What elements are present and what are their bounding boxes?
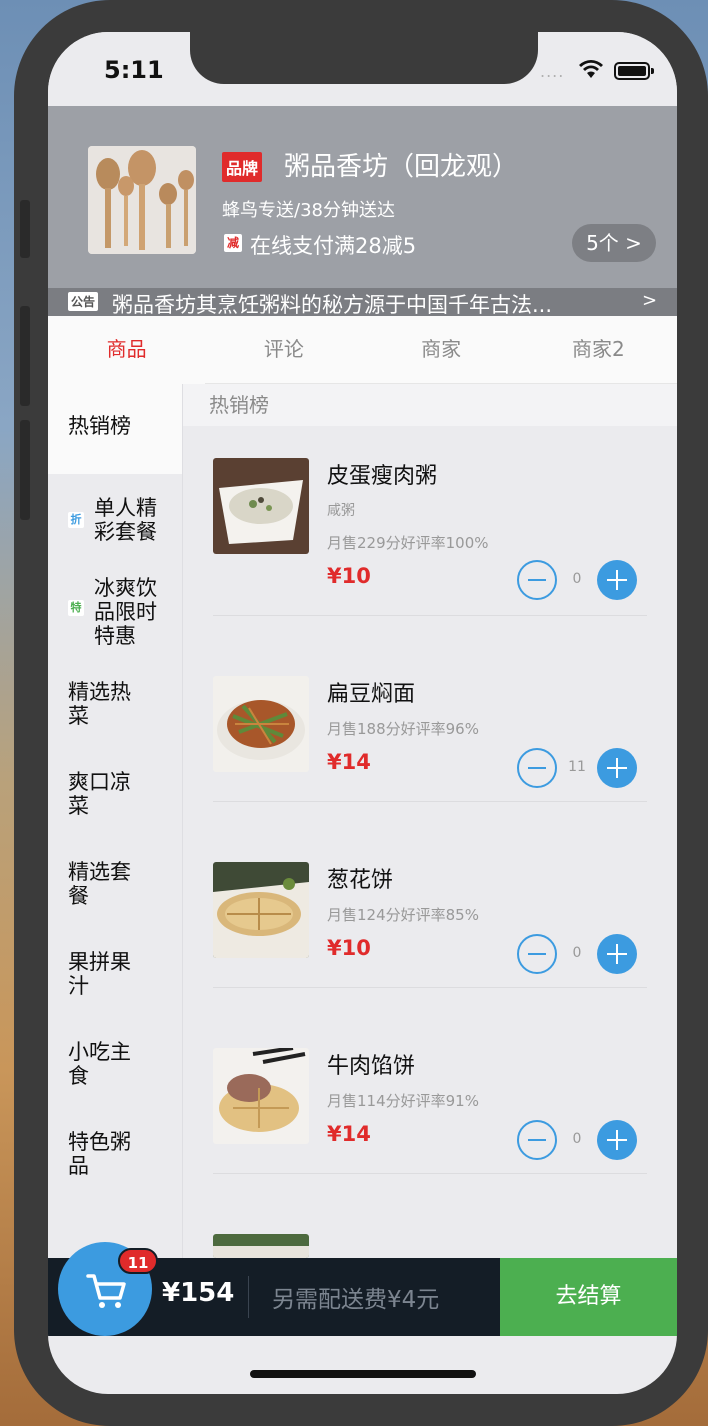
decrease-button[interactable] — [517, 560, 557, 600]
item-quantity: 0 — [572, 945, 582, 961]
sidebar-item-snacks[interactable]: 小吃主食 — [48, 1040, 182, 1100]
cart-total: ¥154 — [162, 1278, 235, 1308]
shop-name: 粥品香坊（回龙观） — [284, 152, 519, 182]
tab-goods[interactable]: 商品 — [48, 316, 206, 385]
cart-bar: 11 ¥154 另需配送费¥4元 去结算 — [48, 1242, 677, 1336]
decrease-button[interactable] — [517, 1120, 557, 1160]
notch — [190, 32, 538, 84]
item-name: 扁豆焖面 — [327, 682, 416, 707]
item-quantity: 0 — [572, 571, 582, 587]
status-bar: 5:11 .... — [48, 32, 677, 106]
sidebar-item-fruit-juice[interactable]: 果拼果汁 — [48, 950, 182, 1010]
tab-merchant[interactable]: 商家 — [363, 316, 520, 383]
item-desc: 咸粥 — [327, 503, 355, 519]
item-name: 牛肉馅饼 — [327, 1054, 416, 1079]
sidebar-item-hot[interactable]: 热销榜 — [48, 384, 182, 474]
delivery-fee: 另需配送费¥4元 — [272, 1287, 440, 1313]
signal-icon: .... — [540, 62, 565, 81]
item-sales: 月售124分好评率85% — [327, 906, 479, 924]
item-quantity: 0 — [572, 1131, 582, 1147]
item-image — [213, 458, 309, 554]
item-sales: 月售114分好评率91% — [327, 1092, 479, 1110]
sidebar-item-cold-dishes[interactable]: 爽口凉菜 — [48, 770, 182, 830]
increase-button[interactable] — [597, 934, 637, 974]
sidebar-item-label: 精选套餐 — [68, 860, 131, 908]
list-item[interactable]: 扁豆焖面 月售188分好评率96% ¥14 11 — [213, 676, 647, 802]
goods-list: 热销榜 皮蛋瘦肉粥 咸粥 月售229分好评率100% ¥10 0 扁豆焖面 月售… — [182, 384, 677, 1258]
sidebar-item-label: 果拼果汁 — [68, 950, 131, 998]
divider — [248, 1276, 249, 1318]
decrease-button[interactable] — [517, 748, 557, 788]
sidebar-item-label: 精选热菜 — [68, 680, 131, 728]
list-item[interactable]: 牛肉馅饼 月售114分好评率91% ¥14 0 — [213, 1048, 647, 1174]
item-sales: 月售188分好评率96% — [327, 720, 479, 738]
status-time: 5:11 — [104, 56, 164, 84]
increase-button[interactable] — [597, 1120, 637, 1160]
sidebar-item-label: 冰爽饮品限时特惠 — [94, 576, 157, 648]
item-name: 葱花饼 — [327, 868, 394, 893]
item-image — [213, 862, 309, 958]
cart-count-badge: 11 — [118, 1248, 158, 1274]
sidebar-item-porridge[interactable]: 特色粥品 — [48, 1130, 182, 1190]
notice-badge: 公告 — [68, 292, 99, 311]
increase-button[interactable] — [597, 560, 637, 600]
app-screen: 5:11 .... 品牌 粥品香坊（回龙观） 蜂鸟专送/38分钟送达 减 在线支… — [48, 32, 677, 1394]
list-item[interactable]: 皮蛋瘦肉粥 咸粥 月售229分好评率100% ¥10 0 — [213, 458, 647, 616]
special-badge: 特 — [68, 600, 84, 616]
item-name: 皮蛋瘦肉粥 — [327, 464, 438, 489]
section-title: 热销榜 — [183, 384, 677, 426]
shop-header: 品牌 粥品香坊（回龙观） 蜂鸟专送/38分钟送达 减 在线支付满28减5 5个 … — [48, 106, 677, 317]
delivery-info: 蜂鸟专送/38分钟送达 — [222, 200, 395, 221]
wifi-icon — [579, 60, 603, 78]
sidebar-item-single-set[interactable]: 折 单人精彩套餐 — [48, 490, 182, 560]
item-sales: 月售229分好评率100% — [327, 534, 489, 552]
category-sidebar: 热销榜 折 单人精彩套餐 特 冰爽饮品限时特惠 精选热菜 爽口凉菜 精选套餐 果… — [48, 384, 182, 1258]
sidebar-item-label: 特色粥品 — [68, 1130, 131, 1178]
promo-text: 在线支付满28减5 — [250, 234, 417, 258]
checkout-button[interactable]: 去结算 — [500, 1258, 677, 1336]
volume-up-button — [20, 306, 30, 406]
item-price: ¥10 — [327, 564, 371, 588]
volume-down-button — [20, 420, 30, 520]
discount-badge: 折 — [68, 512, 84, 528]
item-image — [213, 676, 309, 772]
sidebar-item-label: 热销榜 — [68, 414, 131, 438]
home-indicator[interactable] — [250, 1370, 476, 1378]
item-price: ¥10 — [327, 936, 371, 960]
shop-logo — [88, 146, 196, 254]
promo-count-button[interactable]: 5个 > — [572, 224, 656, 262]
list-item[interactable]: 葱花饼 月售124分好评率85% ¥10 0 — [213, 862, 647, 988]
item-price: ¥14 — [327, 750, 371, 774]
tab-bar: 商品 评论 商家 商家2 — [48, 316, 677, 385]
mute-switch — [20, 200, 30, 258]
sidebar-item-label: 小吃主食 — [68, 1040, 131, 1088]
discount-badge: 减 — [224, 234, 242, 252]
item-price: ¥14 — [327, 1122, 371, 1146]
item-image — [213, 1048, 309, 1144]
item-quantity: 11 — [568, 759, 586, 775]
tab-merchant2[interactable]: 商家2 — [520, 316, 677, 383]
sidebar-item-set-meals[interactable]: 精选套餐 — [48, 860, 182, 920]
notice-text: 粥品香坊其烹饪粥料的秘方源于中国千年古法... — [112, 293, 553, 317]
notice-bar[interactable]: 公告 粥品香坊其烹饪粥料的秘方源于中国千年古法... > — [48, 288, 677, 317]
increase-button[interactable] — [597, 748, 637, 788]
list-item[interactable] — [213, 1234, 647, 1258]
sidebar-item-hot-dishes[interactable]: 精选热菜 — [48, 680, 182, 740]
chevron-right-icon: > — [642, 290, 658, 311]
item-image — [213, 1234, 309, 1258]
decrease-button[interactable] — [517, 934, 557, 974]
brand-badge: 品牌 — [222, 152, 263, 182]
sidebar-item-label: 爽口凉菜 — [68, 770, 131, 818]
sidebar-item-label: 单人精彩套餐 — [94, 496, 157, 544]
sidebar-item-drinks[interactable]: 特 冰爽饮品限时特惠 — [48, 570, 182, 652]
battery-icon — [614, 62, 654, 80]
tab-reviews[interactable]: 评论 — [205, 316, 362, 383]
